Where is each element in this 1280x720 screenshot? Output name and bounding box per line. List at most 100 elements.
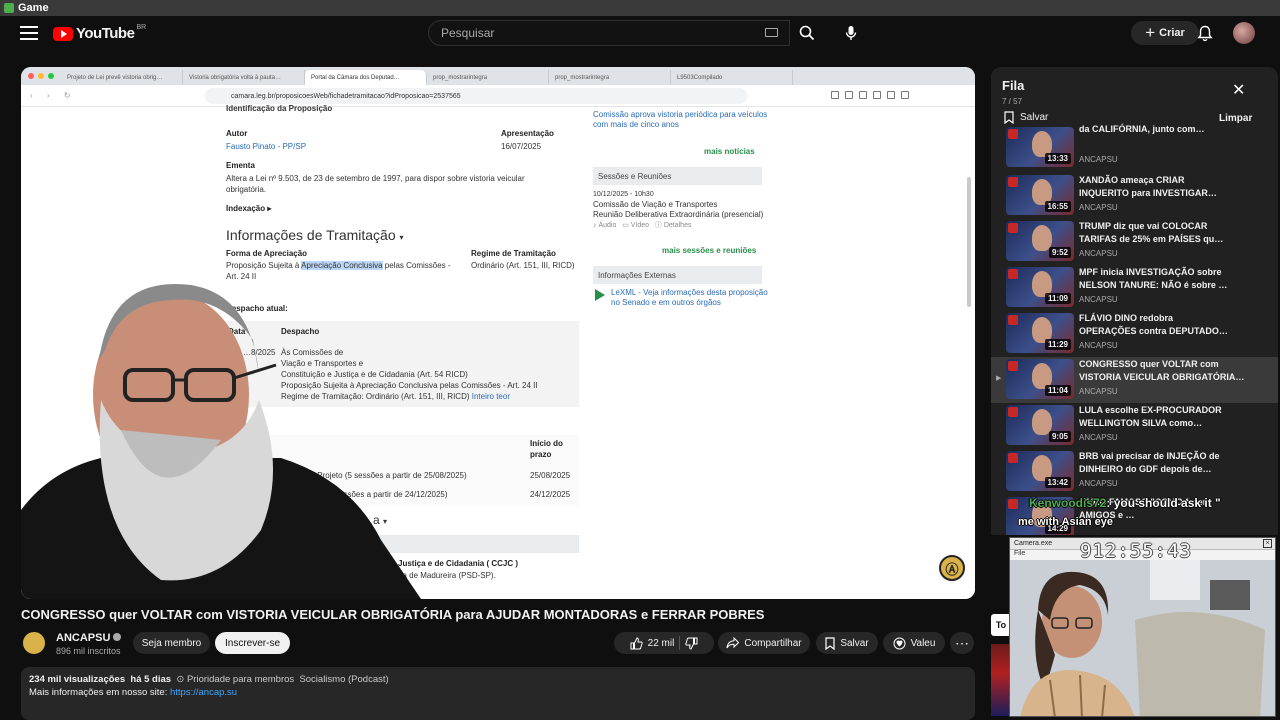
browser-tab[interactable]: prop_mostrarintegra xyxy=(549,70,671,85)
queue-item[interactable]: 11:09 MPF inicia INVESTIGAÇÃO sobre NELSON… xyxy=(991,265,1278,311)
queue-item-channel[interactable]: ANCAPSU xyxy=(1079,155,1118,164)
search-icon xyxy=(799,25,815,41)
keyboard-icon[interactable] xyxy=(765,28,778,37)
queue-item[interactable]: ▶ 11:04 CONGRESSO quer VOLTAR com VISTORIA … xyxy=(991,357,1278,403)
apresentacao-label: Apresentação xyxy=(501,129,554,138)
queue-panel: Fila 7 / 57 ✕ Salvar Limpar 13:33 da CALI… xyxy=(991,67,1278,535)
description-box[interactable]: 234 mil visualizações há 5 dias ⊙ Priori… xyxy=(21,667,975,720)
page-scrollbar[interactable] xyxy=(967,177,971,307)
queue-item-duration: 16:55 xyxy=(1044,201,1071,212)
browser-tab-strip: Projeto de Lei prevê vistoria obrig… Vis… xyxy=(21,67,975,85)
ementa-value-line2: obrigatória. xyxy=(226,185,267,194)
autor-value[interactable]: Fausto Pinato - PP/SP xyxy=(226,141,306,152)
menu-icon[interactable] xyxy=(20,26,38,40)
save-button[interactable]: Salvar xyxy=(816,632,878,654)
queue-item-title[interactable]: BRB vai precisar de INJEÇÃO de DINHEIRO d… xyxy=(1079,450,1259,476)
camera-window[interactable]: Camera.exe × File 912:55:43 xyxy=(1009,537,1276,717)
queue-item-thumbnail[interactable]: 9:52 xyxy=(1006,221,1074,261)
queue-item[interactable]: 11:29 FLÁVIO DINO redobra OPERAÇÕES contra… xyxy=(991,311,1278,357)
search-input[interactable]: Pesquisar xyxy=(428,20,790,46)
close-icon[interactable]: ✕ xyxy=(1232,80,1245,100)
queue-item-duration: 11:04 xyxy=(1044,385,1071,396)
queue-item-channel[interactable]: ANCAPSU xyxy=(1079,249,1118,258)
upload-age: há 5 dias xyxy=(130,674,172,685)
bell-icon xyxy=(1197,25,1213,42)
create-button[interactable]: + Criar xyxy=(1131,21,1199,45)
partial-section-bar xyxy=(361,535,579,553)
browser-tab[interactable]: Vistoria obrigatória volta à pauta… xyxy=(183,70,305,85)
browser-nav-icons[interactable]: ‹ › ↻ xyxy=(30,91,76,100)
like-button[interactable]: 22 mil xyxy=(630,636,674,650)
logo-text: YouTube xyxy=(76,25,135,42)
side-tab[interactable]: To xyxy=(991,614,1011,636)
video-player[interactable]: Projeto de Lei prevê vistoria obrig… Vis… xyxy=(21,67,975,599)
queue-item-title[interactable]: LULA escolhe EX-PROCURADOR WELLINGTON SIL… xyxy=(1079,404,1259,430)
browser-tab[interactable]: L9503Compilado xyxy=(671,70,793,85)
queue-item-duration: 13:33 xyxy=(1044,153,1071,164)
queue-item-title[interactable]: XANDÃO ameaça CRIAR INQUERITO para INVEST… xyxy=(1079,174,1259,200)
join-button[interactable]: Seja membro xyxy=(133,632,210,654)
queue-item-title[interactable]: CONGRESSO quer VOLTAR com VISTORIA VEICUL… xyxy=(1079,358,1259,384)
queue-item-channel[interactable]: ANCAPSU xyxy=(1079,341,1118,350)
sessao-media-links[interactable]: ♪ Áudio ▭ Vídeo ⓘ Detalhes xyxy=(593,220,691,231)
youtube-logo[interactable]: YouTube BR xyxy=(53,24,146,42)
queue-item-title[interactable]: da CALIFÓRNIA, junto com… xyxy=(1079,123,1259,136)
queue-save-button[interactable]: Salvar xyxy=(1004,111,1048,124)
url-field[interactable]: camara.leg.br/proposicoesWeb/fichadetram… xyxy=(205,88,747,104)
browser-tab[interactable]: Projeto de Lei prevê vistoria obrig… xyxy=(61,70,183,85)
despacho-label: Despacho atual: xyxy=(226,304,288,313)
channel-avatar[interactable] xyxy=(21,630,47,656)
queue-item-channel[interactable]: ANCAPSU xyxy=(1079,387,1118,396)
prazo-row2: …o (5 sessões a partir de 24/12/2025) xyxy=(311,490,448,499)
browser-tab[interactable]: prop_mostrarintegra xyxy=(427,70,549,85)
queue-item-thumbnail[interactable]: 11:09 xyxy=(1006,267,1074,307)
queue-item-thumbnail[interactable]: 11:29 xyxy=(1006,313,1074,353)
subscribe-button[interactable]: Inscrever-se xyxy=(215,632,290,654)
queue-item[interactable]: 9:52 TRUMP diz que vai COLOCAR TARIFAS de … xyxy=(991,219,1278,265)
extension-icons[interactable] xyxy=(831,91,909,99)
queue-item-title-line1: MPF inicia INVESTIGAÇÃO sobre xyxy=(1079,267,1222,277)
side-thumbnail-strip xyxy=(991,644,1009,716)
queue-item-title[interactable]: FLÁVIO DINO redobra OPERAÇÕES contra DEPU… xyxy=(1079,312,1259,338)
thumbs-down-icon[interactable] xyxy=(685,637,698,650)
queue-item-title[interactable]: MPF inicia INVESTIGAÇÃO sobre NELSON TANU… xyxy=(1079,266,1259,292)
queue-item[interactable]: 9:05 LULA escolhe EX-PROCURADOR WELLINGTON… xyxy=(991,403,1278,449)
queue-item-channel[interactable]: ANCAPSU xyxy=(1079,203,1118,212)
queue-item-title[interactable]: TRUMP diz que vai COLOCAR TARIFAS de 25% … xyxy=(1079,220,1259,246)
notifications-button[interactable] xyxy=(1197,25,1213,47)
queue-item-thumbnail[interactable]: 13:33 xyxy=(1006,127,1074,167)
flag-icon xyxy=(1008,315,1018,325)
news-link-line2[interactable]: com mais de cinco anos xyxy=(593,119,679,130)
view-count: 234 mil visualizações xyxy=(29,674,126,685)
queue-item-title-line1: da CALIFÓRNIA, junto com… xyxy=(1079,124,1205,134)
members-priority-icon: ⊙ xyxy=(176,674,185,685)
queue-item-channel[interactable]: ANCAPSU xyxy=(1079,433,1118,442)
despacho-line4: Proposição Sujeita à Apreciação Conclusi… xyxy=(281,381,538,390)
chat-nick: Kenwoodis72 xyxy=(1029,496,1107,510)
site-link[interactable]: https://ancap.su xyxy=(170,687,237,698)
lexml-link-line2[interactable]: no Senado e em outros órgãos xyxy=(611,297,721,308)
queue-item[interactable]: 16:55 XANDÃO ameaça CRIAR INQUERITO para I… xyxy=(991,173,1278,219)
more-actions-button[interactable]: ⋯ xyxy=(950,632,974,654)
queue-item-title-line1: TRUMP diz que vai COLOCAR xyxy=(1079,221,1208,231)
queue-item-channel[interactable]: ANCAPSU xyxy=(1079,295,1118,304)
mais-noticias-link[interactable]: mais notícias xyxy=(704,147,755,156)
sessoes-header: Sessões e Reuniões xyxy=(593,167,762,185)
video-tags[interactable]: Socialismo (Podcast) xyxy=(299,674,388,685)
despacho-line1: Às Comissões de xyxy=(281,348,344,357)
browser-tab-active[interactable]: Portal da Câmara dos Deputad… xyxy=(305,70,427,85)
indexacao-toggle[interactable]: Indexação ▸ xyxy=(226,204,271,213)
thanks-button[interactable]: Valeu xyxy=(883,632,945,654)
mais-sessoes-link[interactable]: mais sessões e reuniões xyxy=(662,246,756,255)
account-avatar[interactable] xyxy=(1233,22,1255,44)
inteiro-teor-link[interactable]: Inteiro teor xyxy=(472,392,510,401)
search-button[interactable] xyxy=(790,20,824,46)
camera-close-icon[interactable]: × xyxy=(1263,539,1272,548)
voice-search-button[interactable] xyxy=(838,20,864,46)
share-button[interactable]: Compartilhar xyxy=(718,632,810,654)
queue-item[interactable]: 13:33 da CALIFÓRNIA, junto com… ANCAPSU xyxy=(991,123,1278,171)
queue-item-thumbnail[interactable]: 11:04 xyxy=(1006,359,1074,399)
channel-name[interactable]: ANCAPSU xyxy=(56,632,122,644)
queue-item-thumbnail[interactable]: 16:55 xyxy=(1006,175,1074,215)
queue-item-thumbnail[interactable]: 9:05 xyxy=(1006,405,1074,445)
